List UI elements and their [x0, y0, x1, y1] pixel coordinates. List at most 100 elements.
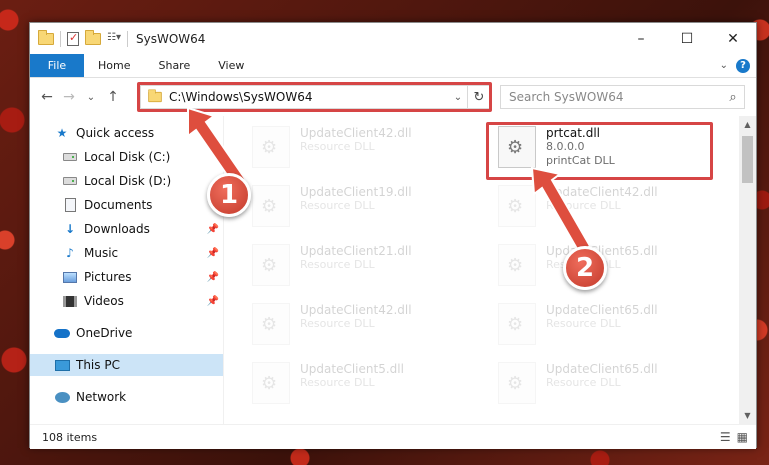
file-name: UpdateClient5.dll	[300, 362, 404, 376]
list-item-prtcat-dll[interactable]: prtcat.dll 8.0.0.0 printCat DLL	[486, 120, 716, 178]
sidebar-item-onedrive[interactable]: OneDrive	[30, 322, 223, 344]
list-item[interactable]: UpdateClient42.dllResource DLL	[240, 297, 470, 355]
pin-icon[interactable]: 📌	[207, 272, 219, 283]
drive-icon	[62, 150, 78, 164]
close-button[interactable]: ✕	[710, 23, 756, 54]
file-name: UpdateClient42.dll	[300, 303, 412, 317]
forward-button[interactable]: →	[58, 89, 80, 105]
file-type: Resource DLL	[300, 317, 375, 330]
scroll-up-icon[interactable]: ▲	[739, 116, 756, 133]
title-bar: ☷▾ SysWOW64 – ☐ ✕	[30, 23, 756, 54]
sidebar-item-label: Quick access	[76, 126, 155, 140]
list-item[interactable]: UpdateClient42.dllResource DLL	[486, 179, 716, 237]
sidebar-item-label: This PC	[76, 358, 120, 372]
folder-icon[interactable]	[38, 29, 54, 45]
item-count: 108 items	[42, 430, 98, 444]
sidebar-item-documents[interactable]: Documents	[30, 194, 223, 216]
file-name: prtcat.dll	[546, 126, 601, 140]
sidebar-item-local-disk-c[interactable]: Local Disk (C:)	[30, 146, 223, 168]
window-title: SysWOW64	[136, 31, 206, 46]
search-box[interactable]: Search SysWOW64 ⌕	[500, 85, 745, 109]
list-item[interactable]: UpdateClient21.dllResource DLL	[240, 238, 470, 296]
dll-file-icon	[498, 126, 536, 168]
sidebar-item-videos[interactable]: Videos 📌	[30, 290, 223, 312]
sidebar-item-label: Network	[76, 390, 127, 404]
step-2-badge: 2	[563, 246, 607, 290]
tab-share[interactable]: Share	[144, 54, 204, 77]
sidebar-item-quick-access[interactable]: ★ Quick access	[30, 122, 223, 144]
dll-file-icon	[498, 362, 536, 404]
minimize-button[interactable]: –	[618, 23, 664, 54]
expand-ribbon-icon[interactable]: ⌄	[720, 60, 728, 71]
address-bar[interactable]: C:\Windows\SysWOW64 ⌄	[140, 85, 490, 109]
sidebar-item-label: Documents	[84, 198, 153, 212]
file-name: UpdateClient42.dll	[300, 126, 412, 140]
list-item[interactable]: UpdateClient19.dllResource DLL	[240, 179, 470, 237]
pin-icon[interactable]: 📌	[207, 248, 219, 259]
download-icon: ↓	[64, 222, 76, 236]
music-icon: ♪	[66, 246, 74, 260]
scrollbar-thumb[interactable]	[742, 136, 753, 183]
tab-view[interactable]: View	[204, 54, 258, 77]
up-button[interactable]: ↑	[102, 89, 124, 105]
vertical-scrollbar[interactable]: ▲ ▼	[739, 116, 756, 424]
refresh-button[interactable]: ↻	[467, 85, 490, 109]
properties-icon[interactable]	[67, 31, 79, 46]
list-item[interactable]: UpdateClient42.dllResource DLL	[240, 120, 470, 178]
sidebar-item-music[interactable]: ♪ Music 📌	[30, 242, 223, 264]
help-icon[interactable]: ?	[736, 58, 750, 73]
file-type: Resource DLL	[546, 199, 621, 212]
drive-icon	[62, 174, 78, 188]
list-item[interactable]: UpdateClient5.dllResource DLL	[240, 356, 470, 414]
address-path[interactable]: C:\Windows\SysWOW64	[169, 90, 313, 104]
sidebar-item-network[interactable]: Network	[30, 386, 223, 408]
sidebar-item-label: Pictures	[84, 270, 132, 284]
star-icon: ★	[56, 126, 68, 140]
dll-file-icon	[252, 303, 290, 345]
dll-file-icon	[498, 244, 536, 286]
dll-file-icon	[252, 185, 290, 227]
folder-icon	[148, 89, 162, 103]
list-item[interactable]: UpdateClient65.dllResource DLL	[486, 297, 716, 355]
pin-icon[interactable]: 📌	[207, 224, 219, 235]
toolbar-divider	[127, 30, 128, 47]
step-1-badge: 1	[207, 173, 251, 217]
search-icon[interactable]: ⌕	[722, 90, 744, 105]
file-explorer-window: ☷▾ SysWOW64 – ☐ ✕ File Home Share View ⌄…	[29, 22, 757, 449]
maximize-button[interactable]: ☐	[664, 23, 710, 54]
chevron-down-icon[interactable]: ⌄	[449, 92, 467, 103]
customize-toolbar-icon[interactable]: ☷▾	[107, 32, 121, 46]
sidebar-item-this-pc[interactable]: This PC	[30, 354, 223, 376]
list-item[interactable]: UpdateClient65.dllResource DLL	[486, 356, 716, 414]
search-placeholder: Search SysWOW64	[509, 90, 624, 104]
recent-locations-button[interactable]: ⌄	[80, 92, 102, 103]
sidebar-item-label: Videos	[84, 294, 124, 308]
pane-divider[interactable]	[223, 116, 224, 424]
details-view-icon[interactable]: ☰	[720, 430, 731, 444]
file-name: UpdateClient65.dll	[546, 362, 658, 376]
pin-icon[interactable]: 📌	[207, 296, 219, 307]
file-name: UpdateClient19.dll	[300, 185, 412, 199]
new-folder-icon[interactable]	[85, 29, 101, 45]
scroll-down-icon[interactable]: ▼	[739, 407, 756, 424]
refresh-icon: ↻	[473, 89, 485, 105]
dll-file-icon	[498, 185, 536, 227]
file-type: Resource DLL	[300, 376, 375, 389]
tab-home[interactable]: Home	[84, 54, 144, 77]
video-icon	[62, 294, 78, 308]
sidebar-item-label: Local Disk (C:)	[84, 150, 171, 164]
back-button[interactable]: ←	[36, 89, 58, 105]
sidebar-item-downloads[interactable]: ↓ Downloads 📌	[30, 218, 223, 240]
dll-file-icon	[252, 244, 290, 286]
file-version: 8.0.0.0	[546, 140, 585, 153]
tab-file[interactable]: File	[30, 54, 84, 77]
file-type: Resource DLL	[546, 317, 621, 330]
navigation-bar: ← → ⌄ ↑ C:\Windows\SysWOW64 ⌄ ↻ Search S…	[30, 78, 756, 116]
dll-file-icon	[252, 362, 290, 404]
large-icons-view-icon[interactable]: ▦	[737, 430, 748, 444]
computer-icon	[54, 358, 70, 372]
sidebar-item-pictures[interactable]: Pictures 📌	[30, 266, 223, 288]
sidebar-item-local-disk-d[interactable]: Local Disk (D:)	[30, 170, 223, 192]
file-type: Resource DLL	[546, 376, 621, 389]
quick-access-toolbar: ☷▾	[38, 29, 128, 47]
